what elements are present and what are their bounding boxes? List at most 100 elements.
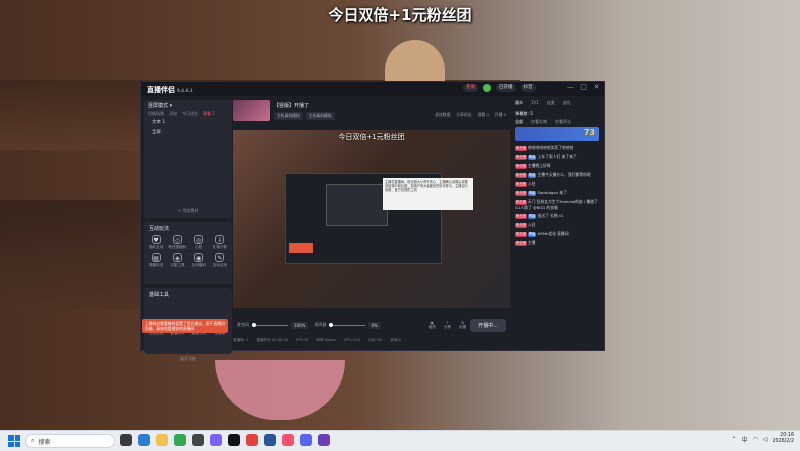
chat-message[interactable]: 粉丝团 等级 ARMe优化 直播间 <box>513 229 601 238</box>
app-icon[interactable] <box>210 434 222 446</box>
right-tab-2[interactable]: 连麦 <box>547 100 555 106</box>
volume-icon[interactable]: ◁ <box>763 436 768 443</box>
live-preview[interactable]: 今日双倍+1元粉丝团 主播在直播间，粉丝团大小杯可贪心，主播确认设置后将推送给观… <box>233 130 510 308</box>
user-avatar[interactable] <box>483 84 491 92</box>
room-tag[interactable]: 主机真机模拟 <box>274 112 303 120</box>
open-live-button[interactable]: 已开播 <box>496 84 516 92</box>
interaction-tool-icon: ◇ <box>172 235 182 244</box>
minimize-icon[interactable]: — <box>567 84 574 91</box>
chrome-icon[interactable] <box>174 434 186 446</box>
interaction-title: 互动玩法 <box>149 226 170 232</box>
chat-message[interactable]: 粉丝团 主播 <box>513 238 601 247</box>
overlay-title: 今日双倍+1元粉丝团 <box>328 6 472 24</box>
user-badge: 粉丝团 <box>515 222 527 228</box>
chat-text: 天门 乱给女方生个Hamelai的弟 / 播放了G1人换了 @BGG 的衣服 <box>515 198 598 210</box>
chat-text: 主播 <box>527 239 536 245</box>
file-explorer-icon[interactable] <box>156 434 168 446</box>
settings-button[interactable]: ⚙ 设置 <box>459 321 466 330</box>
interaction-tool-label: 万能工具 <box>170 263 185 267</box>
steam-icon[interactable] <box>192 434 204 446</box>
wifi-icon[interactable]: ◠ <box>753 436 758 443</box>
interaction-tool-label: 粉丝团福利 <box>168 245 187 249</box>
taskbar-apps <box>120 434 330 446</box>
platform-button[interactable]: 抖音 <box>520 84 536 92</box>
chat-message[interactable]: 粉丝团 哈哈哈哈哈哈笑死了哈哈哈 <box>513 143 601 152</box>
interaction-tool-2[interactable]: ◎ 心愿 <box>190 235 208 250</box>
live-companion-window: 直播伴侣 9.4.0.1 充值 已开播 抖音 — □ ✕ 竖屏模式 ▾ 切换场景 … <box>140 81 605 361</box>
chat-message[interactable]: 粉丝团 等级 上车了家人们 来了来了 <box>513 152 601 161</box>
speaker-volume-knob[interactable] <box>329 322 334 327</box>
add-source-button[interactable]: + 添加素材 <box>144 208 232 214</box>
chat-list[interactable]: 粉丝团 哈哈哈哈哈哈笑死了哈哈哈 粉丝团 等级 上车了家人们 来了来了 粉丝团 主播晚上好呀… <box>513 143 601 247</box>
expand-tools-button[interactable]: 展开功能 <box>144 356 232 362</box>
interaction-tool-1[interactable]: ◇ 粉丝团福利 <box>168 235 186 250</box>
system-tray: ⌃ 中 ◠ ◁ 20:16 2026/2/2 <box>732 433 794 445</box>
discord-icon[interactable] <box>300 434 312 446</box>
speaker-volume-slider[interactable] <box>329 322 366 327</box>
right-tab-0[interactable]: 观众 <box>515 100 523 106</box>
tiktok-icon[interactable] <box>228 434 240 446</box>
mic-volume-slider[interactable] <box>252 322 288 327</box>
user-badge: 粉丝团 <box>515 154 527 160</box>
share-button[interactable]: ⇪ 分享 <box>444 321 451 330</box>
app-icon[interactable] <box>264 434 276 446</box>
interaction-tool-6[interactable]: ◉ 互动福利 <box>190 253 208 268</box>
live-companion-icon[interactable] <box>282 434 294 446</box>
room-title[interactable]: 【竖版】开播了 <box>274 102 309 109</box>
chat-message[interactable]: 粉丝团 天门 乱给女方生个Hamelai的弟 / 播放了G1人换了 @BGG 的衣… <box>513 197 601 211</box>
interaction-tool-5[interactable]: ◈ 万能工具 <box>168 253 186 268</box>
chevron-up-icon[interactable]: ⌃ <box>732 436 737 443</box>
chat-message[interactable]: 粉丝团 等级 送出了 礼物 x1 <box>513 211 601 220</box>
tab-scene-0[interactable]: 切换场景 <box>148 111 164 117</box>
chat-message[interactable]: 粉丝团 主播晚上好呀 <box>513 161 601 170</box>
tab-scene-3[interactable]: 观看 1 <box>203 111 215 117</box>
chat-filter-2[interactable]: 仅看评论 <box>555 119 571 125</box>
app-icon[interactable] <box>318 434 330 446</box>
mic-volume-knob[interactable] <box>252 322 256 327</box>
source-item-fullscreen[interactable]: 全屏 <box>144 127 232 137</box>
user-badge: 粉丝团 <box>515 190 527 196</box>
chat-filter-1[interactable]: 仅看礼物 <box>531 119 547 125</box>
edge-browser-icon[interactable] <box>138 434 150 446</box>
status-item: 码率:0kbps <box>316 338 336 342</box>
windows-start-icon[interactable] <box>8 435 20 447</box>
chat-message[interactable]: 粉丝团 入驻 <box>513 179 601 188</box>
chat-filter-0[interactable]: 全部 <box>515 119 523 125</box>
interaction-tool-7[interactable]: ✎ 互动活动 <box>211 253 229 268</box>
right-tab-3[interactable]: 送礼 <box>563 100 571 106</box>
room-stat[interactable]: 分享好友 <box>456 112 471 118</box>
input-language[interactable]: 中 <box>742 435 748 444</box>
nested-tooltip: 主播在直播间，粉丝团大小杯可贪心，主播确认设置后将推送给观众粉丝团，如用户有大幅… <box>383 178 473 210</box>
tab-scene-2[interactable]: 今日优先 <box>182 111 198 117</box>
room-cover-image[interactable] <box>233 100 270 121</box>
tab-scene-1[interactable]: 添加 <box>169 111 177 117</box>
chat-message[interactable]: 粉丝团 入驻 <box>513 220 601 229</box>
right-tab-1[interactable]: 1V1 <box>531 100 539 106</box>
search-placeholder: 搜索 <box>38 438 51 446</box>
source-item-text[interactable]: 文本 1 <box>144 117 232 127</box>
room-stat[interactable]: 发送数据 <box>435 112 450 118</box>
taskbar-search[interactable]: ⌕ 搜索 <box>25 434 115 448</box>
task-view-icon[interactable] <box>120 434 132 446</box>
room-tag[interactable]: 主机真机模拟 <box>305 112 335 120</box>
interaction-tool-icon: ♥ <box>151 235 161 244</box>
interaction-tool-3[interactable]: ⇩ 礼物计数 <box>211 235 229 250</box>
status-item: 直播码: 1 <box>233 338 249 342</box>
maximize-icon[interactable]: □ <box>580 84 587 91</box>
status-bar: 直播码: 1 直播时长 00:00:00 FPS:30 码率:0kbps CPU:12%… <box>233 338 510 343</box>
chat-text: 上车了家人们 来了来了 <box>537 153 577 159</box>
chat-message[interactable]: 粉丝团 等级 Sapdragon 来了 <box>513 188 601 197</box>
app-icon[interactable] <box>246 434 258 446</box>
quality-button[interactable]: ▣ 画质 <box>429 321 436 330</box>
status-item: 内存:3% <box>368 338 383 342</box>
start-live-button[interactable]: 开播中... <box>470 318 506 332</box>
status-item: 直播时长 00:00:00 <box>256 338 289 342</box>
interaction-tool-0[interactable]: ♥ 福利互动 <box>147 235 165 250</box>
chat-message[interactable]: 粉丝团 等级 主播今天播什么，我们都等你呢 <box>513 170 601 179</box>
interaction-tool-4[interactable]: ▤ 弹幕玩法 <box>147 253 165 268</box>
close-icon[interactable]: ✕ <box>593 84 600 91</box>
notice-tooltip[interactable]: 上播时必需要做的设置了官方建议，用于直播间防骗，高效地管理你的直播间 <box>142 319 228 333</box>
clock[interactable]: 20:16 2026/2/2 <box>772 433 794 445</box>
scene-mode-select[interactable]: 竖屏模式 ▾ <box>144 100 232 111</box>
recharge-button[interactable]: 充值 <box>463 84 478 92</box>
